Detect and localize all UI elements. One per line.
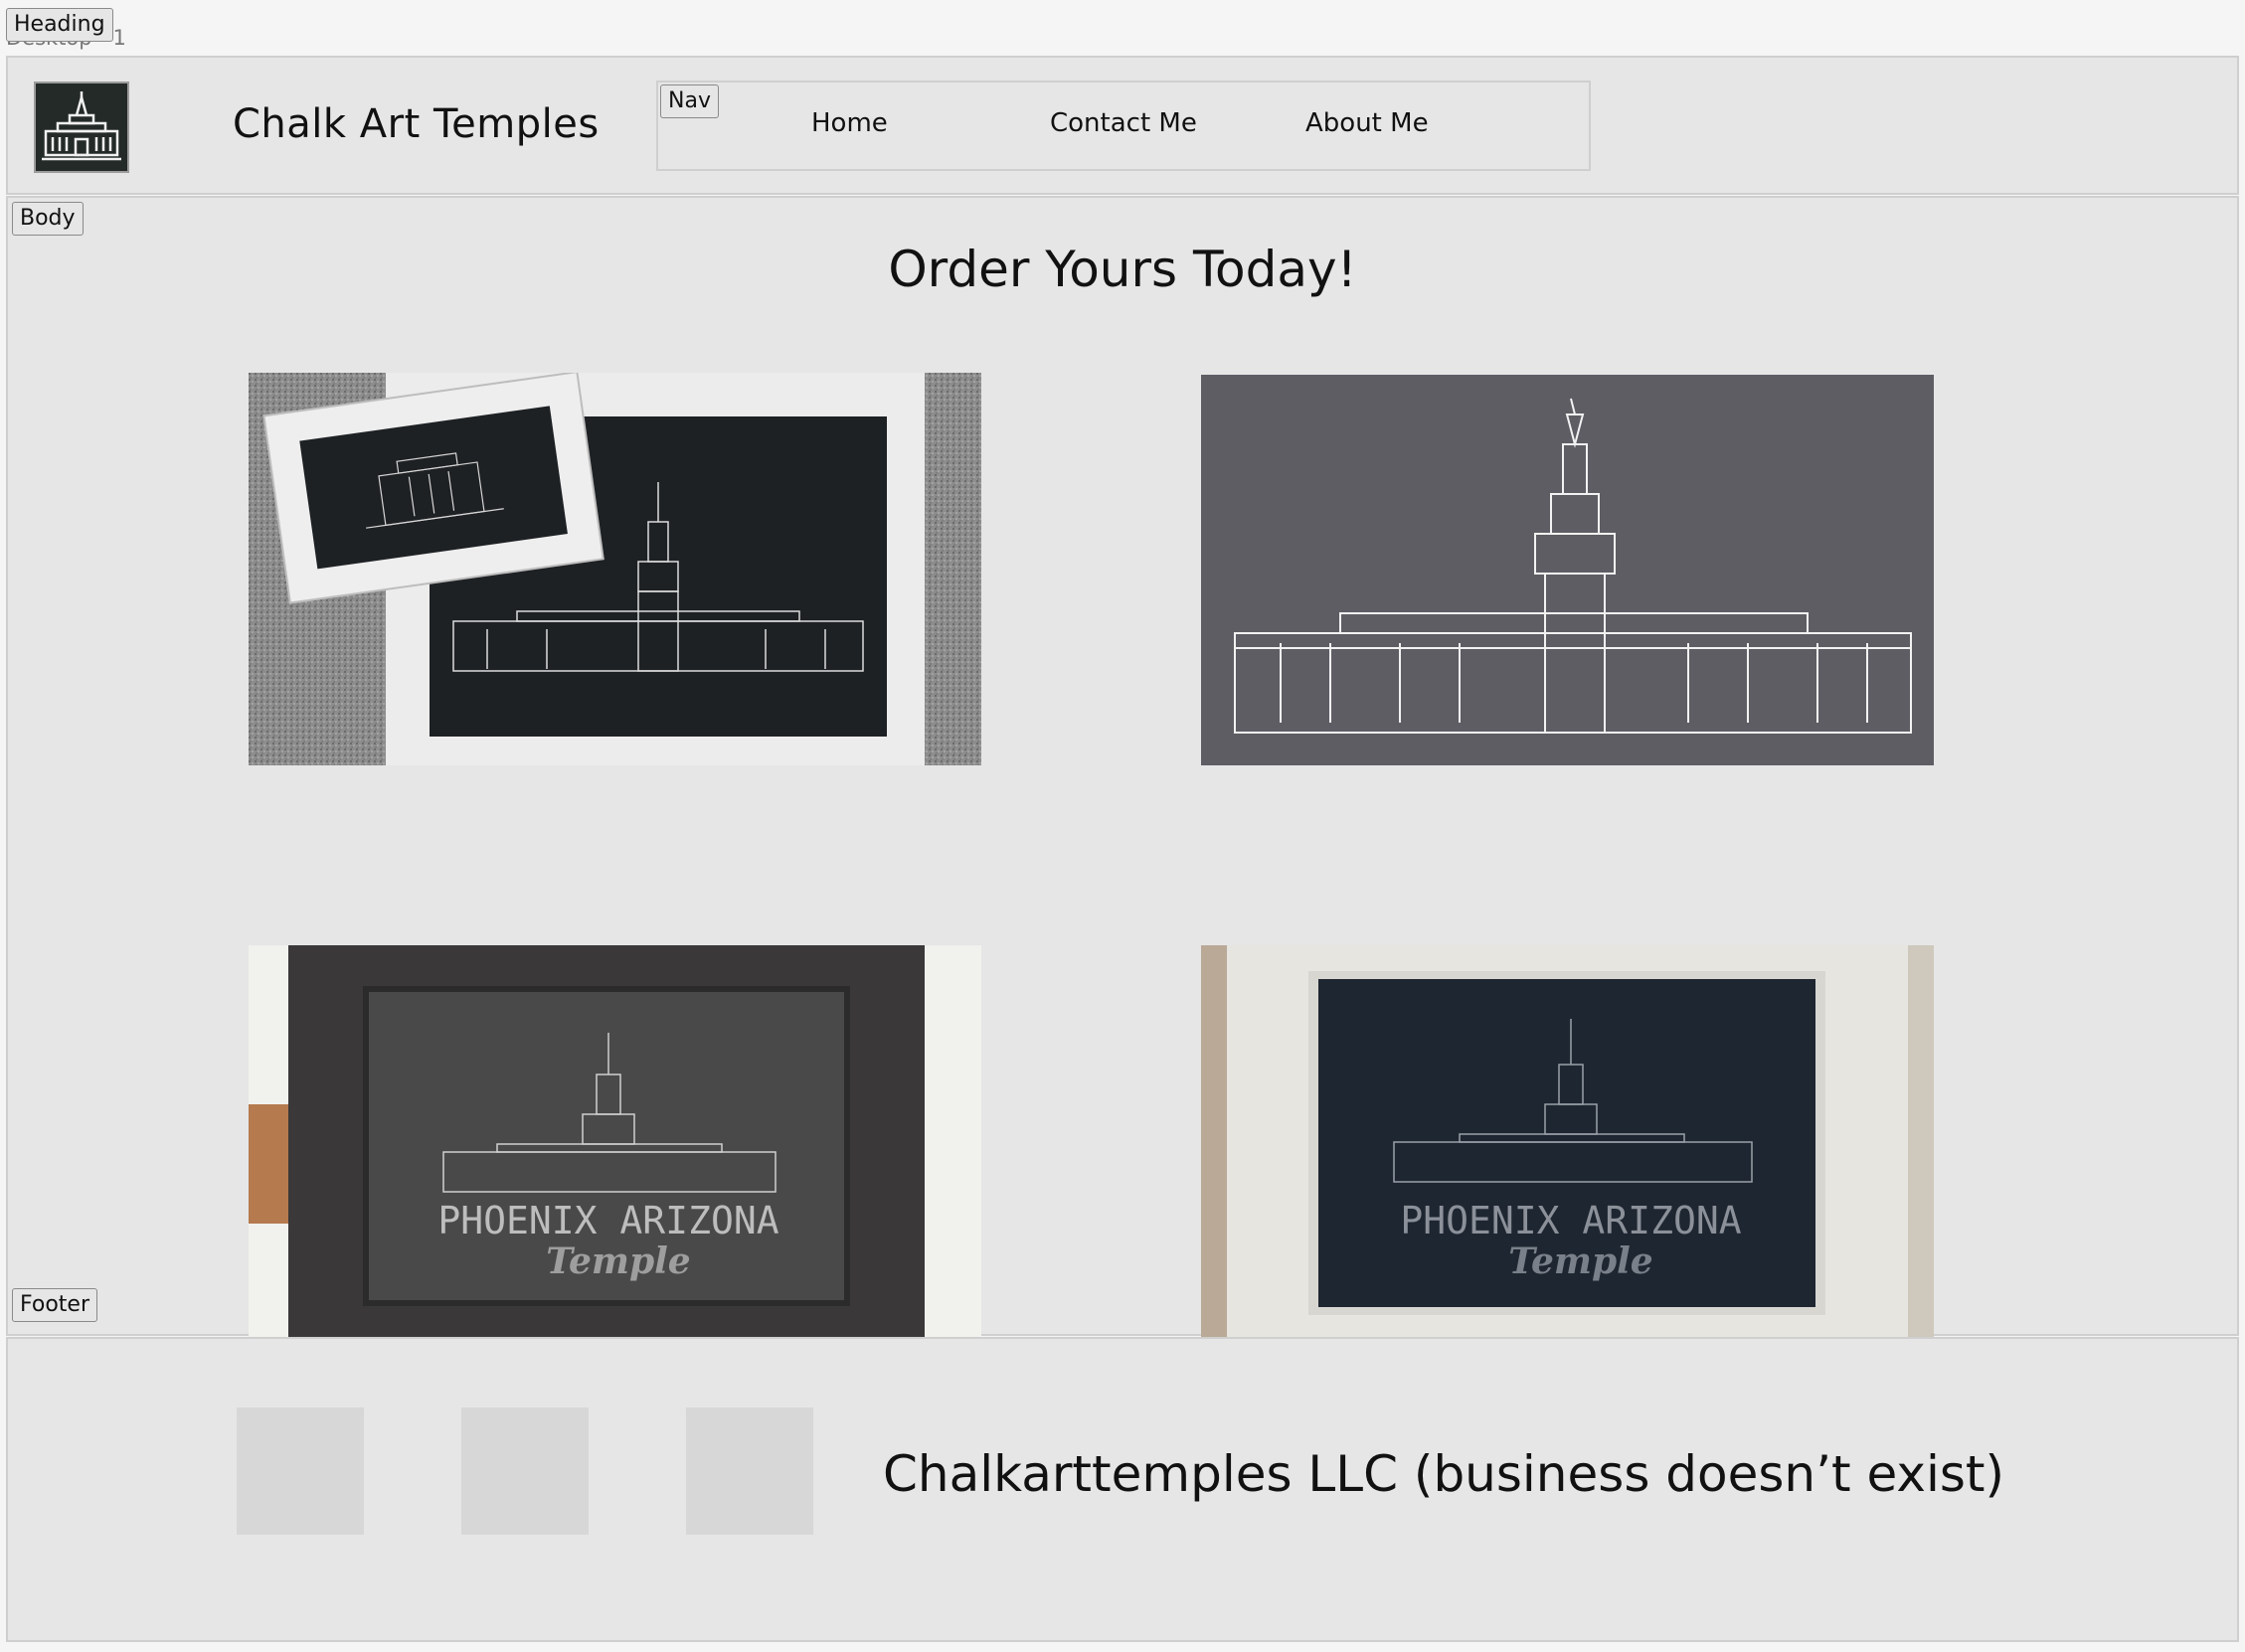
- nav-about-link[interactable]: About Me: [1305, 108, 1429, 138]
- nav-tag: Nav: [660, 84, 719, 118]
- photo-3-caption: PHOENIX ARIZONA: [437, 1199, 778, 1242]
- heading-tag: Heading: [6, 8, 113, 42]
- site-header: Chalk Art Temples Nav Home Contact Me Ab…: [6, 56, 2239, 195]
- social-placeholder-1[interactable]: [237, 1407, 364, 1535]
- temple-photo-4[interactable]: PHOENIX ARIZONA Temple: [1201, 945, 1934, 1337]
- body-tag: Body: [12, 202, 84, 236]
- page-heading: Order Yours Today!: [888, 241, 1357, 298]
- temple-photo-1[interactable]: [249, 373, 981, 765]
- temple-photo-3[interactable]: PHOENIX ARIZONA Temple: [249, 945, 981, 1337]
- social-placeholder-3[interactable]: [686, 1407, 813, 1535]
- site-title[interactable]: Chalk Art Temples: [233, 101, 600, 147]
- footer-tag: Footer: [12, 1288, 97, 1322]
- temple-logo-icon[interactable]: [34, 82, 129, 173]
- photo-4-script: Temple: [1508, 1240, 1652, 1282]
- site-footer: Chalkarttemples LLC (business doesn’t ex…: [6, 1337, 2239, 1642]
- body-section: Body Order Yours Today! PHOENIX ARIZONA …: [6, 196, 2239, 1337]
- footer-text: Chalkarttemples LLC (business doesn’t ex…: [883, 1445, 2005, 1503]
- main-nav: Nav Home Contact Me About Me: [656, 81, 1591, 171]
- temple-photo-2[interactable]: [1201, 375, 1934, 765]
- photo-4-caption: PHOENIX ARIZONA: [1400, 1199, 1741, 1242]
- photo-3-script: Temple: [546, 1240, 690, 1282]
- social-placeholder-2[interactable]: [461, 1407, 589, 1535]
- nav-contact-link[interactable]: Contact Me: [1050, 108, 1197, 138]
- nav-home-link[interactable]: Home: [811, 108, 888, 138]
